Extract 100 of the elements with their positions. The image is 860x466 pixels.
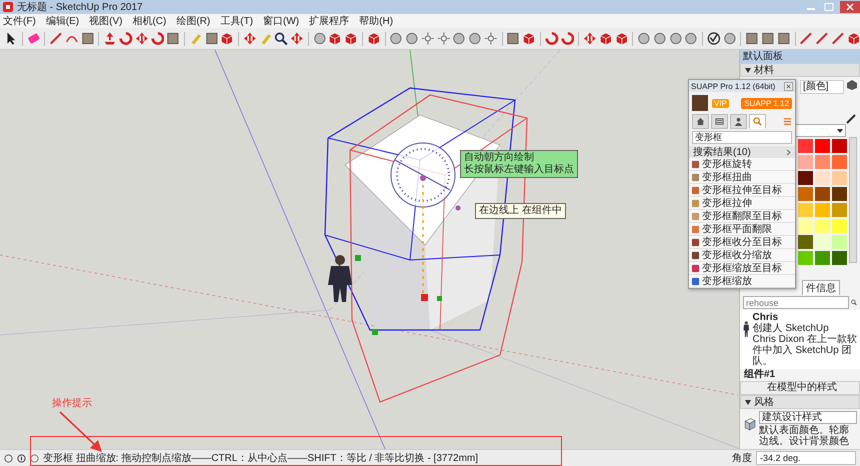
cube-icon[interactable] (846, 31, 860, 46)
color-swatch[interactable] (815, 187, 830, 202)
cube-icon[interactable] (522, 31, 536, 46)
close-icon[interactable] (840, 1, 860, 13)
search-field[interactable]: 变形框 (692, 131, 792, 144)
pencil-icon[interactable] (846, 114, 856, 124)
sphere-icon[interactable] (684, 31, 698, 46)
color-swatch[interactable] (832, 139, 847, 154)
menu-item[interactable]: 工具(T) (220, 14, 254, 28)
info-icon[interactable] (17, 454, 26, 463)
model-styles-label: 在模型中的样式 (740, 381, 860, 396)
plugin-list-item[interactable]: 变形框扭曲 (689, 171, 795, 184)
sphere-icon[interactable] (668, 31, 682, 46)
cube-icon[interactable] (614, 31, 628, 46)
scrollbar[interactable] (849, 137, 857, 264)
tooltip: 自动朝方向绘制 长按鼠标左键输入目标点 (460, 150, 578, 178)
menu-item[interactable]: 窗口(W) (263, 14, 300, 28)
move-icon[interactable] (134, 31, 149, 46)
plugin-list-item[interactable]: 变形框平面翻限 (689, 223, 795, 236)
house-icon (696, 117, 705, 126)
checkmark-icon[interactable] (707, 31, 721, 46)
cube-icon[interactable] (847, 80, 857, 90)
sphere-icon[interactable] (652, 31, 667, 46)
plugin-list-item[interactable]: 变形框缩放至目标 (689, 262, 795, 275)
color-swatch[interactable] (815, 139, 830, 154)
section-header[interactable]: 风格 (740, 395, 860, 410)
plugin-list-item[interactable]: 变形框拉伸至目标 (689, 184, 795, 197)
sun-icon[interactable] (484, 31, 498, 46)
menu-item[interactable]: 帮助(H) (359, 14, 394, 28)
component-count: 组件#1 (742, 369, 776, 382)
color-swatch[interactable] (815, 203, 830, 218)
panel-tab[interactable] (711, 114, 728, 129)
color-swatch[interactable] (815, 155, 830, 170)
component-author: 创建人 SketchUp (752, 323, 830, 334)
color-swatch[interactable] (798, 139, 813, 154)
menu-item[interactable]: 绘图(R) (176, 14, 210, 28)
cube-icon[interactable] (328, 31, 342, 46)
material-name-field[interactable]: [颜色] (800, 80, 844, 94)
component-description: Chris Dixon 在上一款软件中加入 SketchUp 团队。 (752, 334, 857, 368)
search-icon[interactable] (851, 298, 857, 308)
rotate-icon[interactable] (560, 31, 574, 46)
plugin-list-item[interactable]: 变形框缩放 (689, 275, 795, 288)
menu-item[interactable]: 视图(V) (89, 14, 122, 28)
move-icon[interactable] (583, 31, 597, 46)
plugin-list-item[interactable]: 变形框拉伸 (689, 197, 795, 210)
color-swatch[interactable] (832, 235, 847, 250)
menu-item[interactable]: 相机(C) (132, 14, 166, 28)
color-swatch[interactable] (798, 171, 813, 186)
section-title: 材料 (754, 64, 774, 78)
color-swatch[interactable] (798, 219, 813, 234)
color-swatch[interactable] (832, 251, 847, 266)
sun-icon[interactable] (436, 31, 450, 46)
color-swatch[interactable] (832, 155, 847, 170)
panel-tab[interactable] (749, 114, 766, 129)
menu-item[interactable]: 编辑(E) (46, 14, 80, 28)
color-swatch[interactable] (815, 251, 830, 266)
cube-icon[interactable] (598, 31, 613, 46)
cube-icon[interactable] (344, 31, 358, 46)
tooltip: 在边线上 在组件中 (475, 203, 566, 220)
section-header[interactable]: 材料 (740, 63, 860, 78)
window-title: 无标题 - SketchUp Pro 2017 (17, 0, 143, 14)
search-field[interactable]: rehouse (743, 296, 849, 310)
panel-tab[interactable]: 件信息 (802, 280, 840, 296)
menu-item[interactable]: 扩展程序 (309, 14, 350, 28)
color-swatch[interactable] (798, 155, 813, 170)
color-swatch[interactable] (815, 219, 830, 234)
color-swatch[interactable] (832, 171, 847, 186)
color-swatch[interactable] (798, 235, 813, 250)
component-name: Chris (752, 312, 778, 324)
annotation-label: 操作提示 (52, 397, 92, 410)
sphere-icon[interactable] (637, 31, 651, 46)
sun-icon[interactable] (420, 31, 435, 46)
results-header[interactable]: 搜索结果(10) (689, 146, 795, 158)
color-swatch[interactable] (798, 251, 813, 266)
menu-item[interactable]: 文件(F) (3, 14, 36, 28)
rotate-icon[interactable] (119, 31, 133, 46)
rectangle-icon[interactable] (80, 31, 94, 46)
menu-icon[interactable] (783, 117, 792, 126)
plugin-list-item[interactable]: 变形框收分至目标 (689, 236, 795, 249)
measurement-field[interactable]: -34.2 deg. (756, 451, 856, 466)
color-swatch[interactable] (832, 203, 847, 218)
panel-tab[interactable] (692, 114, 709, 129)
style-name-field[interactable]: 建筑设计样式 (759, 411, 857, 424)
search-icon (753, 117, 762, 126)
panel-tab[interactable] (730, 114, 747, 129)
push-pull-icon[interactable] (103, 31, 118, 46)
rotate-icon[interactable] (544, 31, 558, 46)
plugin-list-item[interactable]: 变形框翻限至目标 (689, 210, 795, 223)
color-swatch[interactable] (798, 203, 813, 218)
search-icon[interactable] (274, 31, 288, 46)
color-swatch[interactable] (815, 235, 830, 250)
color-swatch[interactable] (815, 171, 830, 186)
color-swatch[interactable] (832, 219, 847, 234)
refresh-icon[interactable] (150, 31, 164, 46)
list-icon (715, 117, 724, 126)
plugin-list-item[interactable]: 变形框旋转 (689, 158, 795, 171)
color-swatch[interactable] (798, 187, 813, 202)
close-icon[interactable] (784, 82, 793, 90)
plugin-list-item[interactable]: 变形框收分缩放 (689, 249, 795, 262)
color-swatch[interactable] (832, 187, 847, 202)
